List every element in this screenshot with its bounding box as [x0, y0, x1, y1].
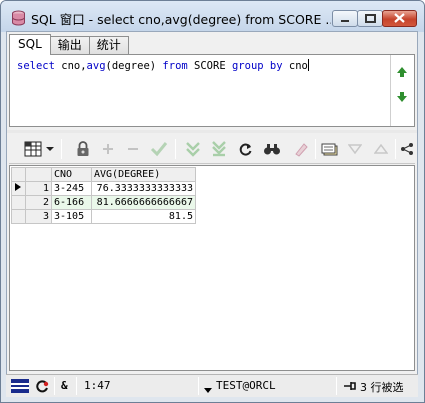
window-title: SQL 窗口 - select cno,avg(degree) from SCO… [31, 12, 331, 27]
toolbar-separator [315, 139, 316, 159]
connection-name[interactable]: TEST@ORCL [216, 379, 276, 392]
cell-cno[interactable]: 6-166 [51, 195, 92, 210]
column-header-avg-degree[interactable]: AVG(DEGREE) [91, 167, 196, 182]
cell-cno[interactable]: 3-245 [51, 181, 92, 196]
status-separator [198, 377, 199, 395]
main-frame: SQL 输出 统计 select cno,avg(degree) from SC… [6, 31, 418, 397]
current-row-indicator [11, 181, 26, 196]
maximize-button[interactable] [357, 10, 383, 27]
header-corner [11, 167, 26, 182]
tab-output[interactable]: 输出 [49, 36, 90, 54]
sql-keyword: group by [231, 60, 283, 72]
row-number: 3 [25, 209, 52, 224]
sort-down-icon[interactable] [345, 139, 365, 159]
sql-keyword: select [17, 60, 55, 72]
lock-icon[interactable] [73, 139, 93, 159]
rows-selected-status: 3 行被选 [360, 381, 404, 394]
table-row[interactable]: 3 3-105 81.5 [11, 209, 196, 224]
tab-sql[interactable]: SQL [9, 34, 51, 55]
cell-avg-degree[interactable]: 76.3333333333333 [91, 181, 196, 196]
status-bar: & 1:47 TEST@ORCL 3 行被选 [6, 374, 418, 397]
toolbar-separator [175, 139, 176, 159]
arrow-up-icon[interactable] [395, 65, 409, 79]
sql-keyword: from [162, 60, 188, 72]
sort-up-icon[interactable] [371, 139, 391, 159]
connection-status-icon[interactable] [11, 379, 29, 396]
export-icon[interactable] [320, 139, 340, 159]
pin-icon[interactable] [343, 380, 357, 395]
editor-splitter[interactable] [7, 130, 417, 133]
header-row-number [25, 167, 52, 182]
editor-side-panel [390, 55, 414, 126]
cell-cno[interactable]: 3-105 [51, 209, 92, 224]
row-indicator [11, 195, 26, 210]
sql-editor[interactable]: select cno,avg(degree) from SCORE group … [9, 54, 415, 127]
grid-header-row: CNO AVG(DEGREE) [11, 167, 196, 182]
maximize-icon [364, 12, 376, 26]
title-bar[interactable]: SQL 窗口 - select cno,avg(degree) from SCO… [1, 1, 424, 32]
toolbar-separator [395, 139, 396, 159]
sql-keyword: avg [86, 60, 106, 72]
result-grid-area: CNO AVG(DEGREE) 1 3-245 76.3333333333333… [9, 165, 415, 371]
status-separator [76, 377, 77, 395]
arrow-down-icon[interactable] [395, 90, 409, 104]
grid-toolbar [9, 134, 415, 164]
fetch-last-icon[interactable] [209, 139, 229, 159]
minimize-button[interactable] [332, 10, 358, 27]
sql-token: cno [282, 60, 308, 72]
status-separator [54, 377, 55, 395]
row-pointer-icon [14, 183, 22, 195]
add-row-icon[interactable] [98, 139, 118, 159]
sql-token: SCORE [187, 60, 232, 72]
substitution-indicator: & [61, 379, 68, 392]
row-number: 2 [25, 195, 52, 210]
refresh-icon[interactable] [236, 139, 256, 159]
find-icon[interactable] [262, 139, 282, 159]
status-separator [336, 377, 337, 395]
text-caret [307, 59, 309, 71]
clear-icon[interactable] [291, 139, 311, 159]
sql-text[interactable]: select cno,avg(degree) from SCORE group … [17, 59, 309, 72]
cell-avg-degree[interactable]: 81.5 [91, 209, 196, 224]
cell-avg-degree[interactable]: 81.6666666666667 [91, 195, 196, 210]
post-changes-icon[interactable] [149, 139, 169, 159]
sql-token: cno, [54, 60, 87, 72]
delete-row-icon[interactable] [123, 139, 143, 159]
table-row[interactable]: 2 6-166 81.6666666666667 [11, 195, 196, 210]
minimize-icon [340, 12, 350, 26]
grid-view-icon[interactable] [23, 139, 43, 159]
cursor-position: 1:47 [84, 379, 111, 392]
sql-window: SQL 窗口 - select cno,avg(degree) from SCO… [0, 0, 425, 403]
toolbar-separator [61, 139, 62, 159]
row-indicator [11, 209, 26, 224]
column-header-cno[interactable]: CNO [51, 167, 92, 182]
result-grid: CNO AVG(DEGREE) 1 3-245 76.3333333333333… [11, 167, 196, 224]
tab-bar: SQL 输出 统计 [9, 34, 129, 55]
row-number: 1 [25, 181, 52, 196]
table-row[interactable]: 1 3-245 76.3333333333333 [11, 181, 196, 196]
sql-token: (degree) [105, 60, 163, 72]
database-icon [11, 10, 26, 26]
close-button[interactable] [382, 10, 417, 27]
transaction-icon[interactable] [36, 380, 49, 396]
connect-icon[interactable] [399, 139, 415, 159]
tab-statistics[interactable]: 统计 [88, 36, 129, 54]
dropdown-arrow-icon[interactable] [204, 383, 212, 397]
close-icon [394, 12, 405, 26]
fetch-next-icon[interactable] [183, 139, 203, 159]
chevron-down-icon[interactable] [45, 139, 55, 159]
